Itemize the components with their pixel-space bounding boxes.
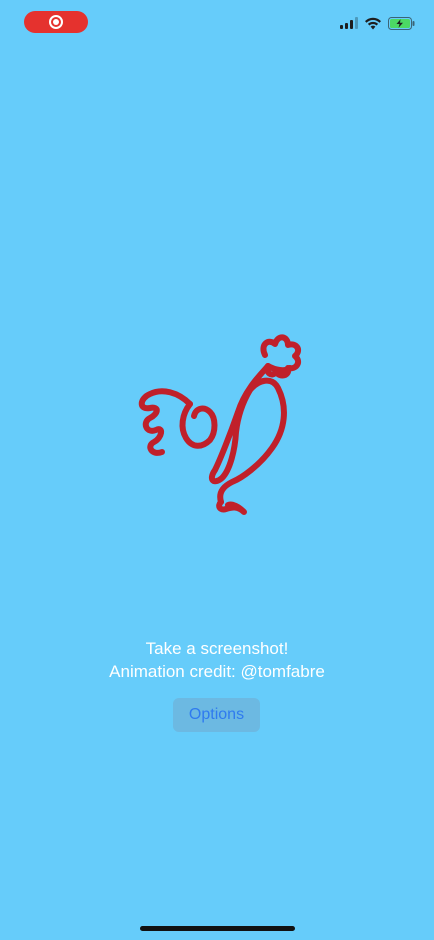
home-indicator[interactable] (140, 926, 295, 931)
status-icons (340, 14, 416, 32)
animation-credit-text: Animation credit: @tomfabre (109, 662, 325, 681)
wifi-icon (365, 17, 381, 29)
options-button[interactable]: Options (173, 698, 260, 732)
cellular-signal-icon (340, 17, 358, 29)
status-bar (0, 0, 434, 44)
screen-recording-indicator[interactable] (24, 11, 88, 33)
instruction-text: Take a screenshot! (145, 639, 289, 658)
rooster-illustration (120, 320, 320, 530)
record-icon (49, 15, 63, 29)
rooster-drawing (138, 334, 301, 515)
battery-charging-icon (388, 16, 415, 30)
